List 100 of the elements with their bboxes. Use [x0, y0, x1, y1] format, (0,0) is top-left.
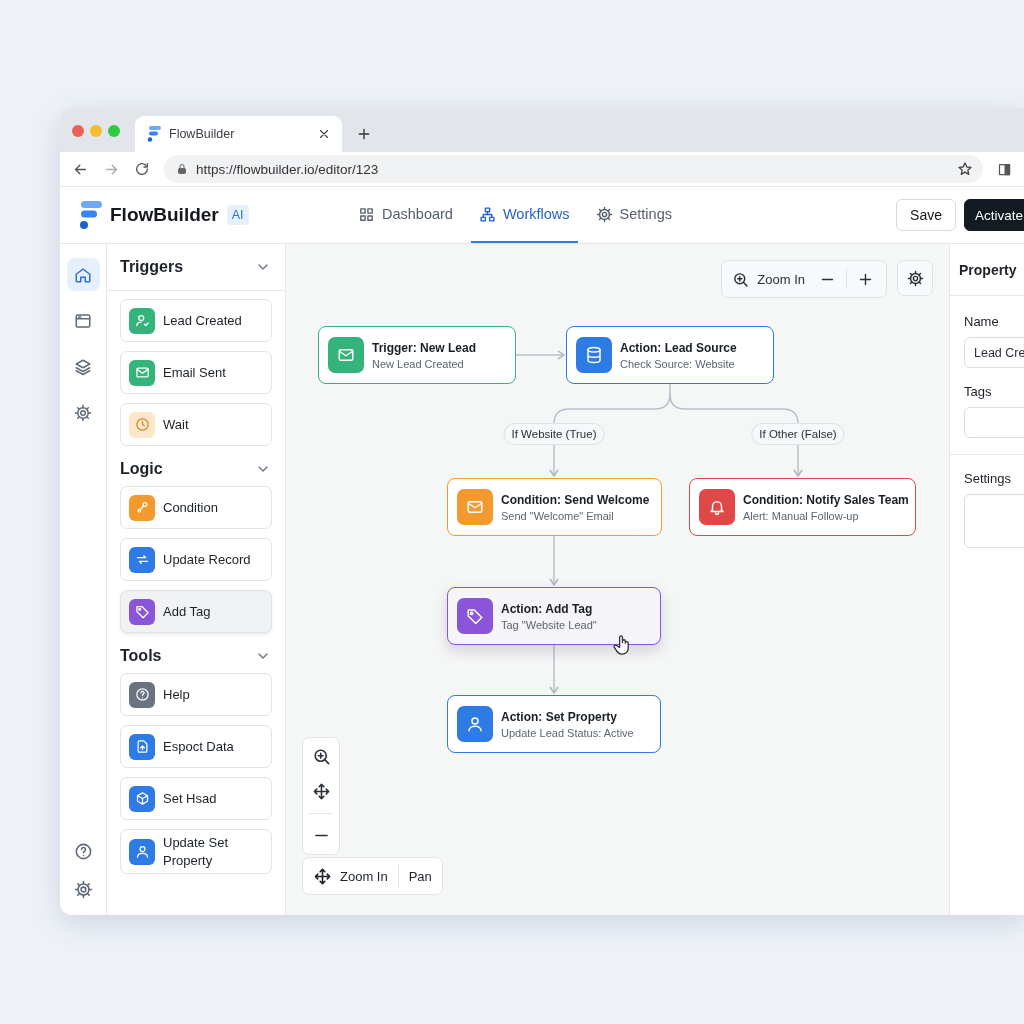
bell-icon: [708, 498, 726, 516]
tab-title: FlowBuilder: [169, 127, 236, 141]
item-label: Update Record: [163, 550, 251, 569]
person-check-icon: [134, 313, 150, 328]
settings-icon: [74, 403, 92, 422]
node-title: Trigger: New Lead: [372, 340, 477, 355]
workflow-node[interactable]: Trigger: New Lead New Lead Created: [318, 326, 516, 384]
reload-icon[interactable]: [134, 161, 150, 177]
node-title: Action: Set Property: [501, 709, 618, 724]
item-label: Wait: [163, 415, 189, 434]
node-subtitle: Check Source: Website: [620, 357, 736, 370]
workflow-node[interactable]: Condition: Notify Sales Team Alert: Manual Follow-up: [689, 478, 916, 536]
settings-icon[interactable]: [73, 880, 93, 899]
help-icon[interactable]: [73, 842, 93, 861]
zoom-control[interactable]: Zoom In: [721, 260, 887, 298]
palette-item[interactable]: Email Sent: [120, 351, 272, 394]
close-icon[interactable]: [317, 127, 331, 141]
node-title: Condition: Notify Sales Team: [743, 492, 909, 507]
item-label: Update Set Property: [163, 834, 230, 870]
item-label: Lead Created: [163, 311, 242, 330]
section-title: Tools: [120, 647, 162, 665]
palette-item[interactable]: Update Record: [120, 538, 272, 581]
app-name: FlowBuilder: [110, 204, 219, 226]
file-upload-icon: [134, 739, 150, 754]
app-logo-icon: [147, 126, 161, 142]
address-bar[interactable]: https://flowbuilder.io/editor/123: [164, 155, 983, 183]
window-icon: [74, 311, 92, 330]
workflow-icon: [478, 205, 496, 223]
activate-button[interactable]: Activate: [963, 199, 1024, 231]
section-title: Logic: [120, 460, 163, 478]
node-subtitle: New Lead Created: [372, 357, 465, 370]
connector-arrow: [549, 643, 559, 694]
settings-icon: [906, 269, 924, 287]
palette-item[interactable]: Condition: [120, 486, 272, 529]
zoom-in-icon: [732, 270, 750, 288]
lock-icon: [176, 163, 188, 175]
palette-item[interactable]: Update Set Property: [120, 829, 272, 875]
nav-tab[interactable]: Settings: [587, 187, 680, 243]
field-label: Name: [964, 314, 1000, 329]
palette-item[interactable]: Set Hsad: [120, 777, 272, 820]
palette-item[interactable]: Espoct Data: [120, 725, 272, 768]
input-field[interactable]: Lead Cre: [964, 337, 1024, 368]
zoom-in-icon[interactable]: [311, 747, 331, 766]
new-tab-icon[interactable]: [356, 126, 372, 142]
connector-arrow: [515, 350, 565, 360]
cube-icon: [134, 791, 150, 806]
node-title: Condition: Send Welcome: [501, 492, 650, 507]
browser-tab[interactable]: FlowBuilder: [135, 116, 342, 152]
save-button[interactable]: Save: [896, 199, 956, 231]
zoom-mode-button[interactable]: Zoom In: [313, 866, 388, 886]
item-label: Condition: [163, 498, 218, 517]
palette-item[interactable]: Help: [120, 673, 272, 716]
help-icon: [134, 687, 150, 702]
mail-icon: [466, 498, 484, 516]
connector-arrow: [549, 535, 559, 586]
connector-arrow: [793, 444, 803, 477]
close-window-button[interactable]: [72, 125, 84, 137]
tag-icon: [134, 604, 150, 619]
rail-button[interactable]: [66, 258, 100, 291]
item-label: Espoct Data: [163, 737, 234, 756]
item-label: Email Sent: [163, 363, 226, 382]
item-label: Set Hsad: [163, 789, 217, 808]
app-logo-icon: [78, 201, 102, 229]
home-icon: [74, 265, 92, 284]
mail-icon: [134, 365, 150, 380]
settings-icon: [595, 205, 613, 223]
move-icon: [313, 866, 332, 886]
field-label: Tags: [964, 384, 993, 399]
mail-icon: [337, 346, 355, 364]
side-panel-icon[interactable]: [997, 161, 1012, 177]
move-icon[interactable]: [311, 782, 331, 801]
workflow-node[interactable]: Action: Add Tag Tag "Website Lead": [447, 587, 661, 645]
item-label: Add Tag: [163, 602, 211, 621]
canvas-settings-button[interactable]: [897, 260, 933, 296]
workflow-node[interactable]: Action: Set Property Update Lead Status: Active: [447, 695, 661, 753]
grid-icon: [358, 205, 375, 223]
branch-label: If Website (True): [503, 423, 605, 445]
nav-tab[interactable]: Dashboard: [350, 187, 461, 243]
branch-label: If Other (False): [751, 423, 845, 445]
node-subtitle: Send "Welcome" Email: [501, 509, 615, 522]
palette-item[interactable]: Add Tag: [120, 590, 272, 633]
pan-mode-button[interactable]: Pan: [408, 868, 432, 884]
person-icon: [466, 715, 484, 733]
node-title: Action: Lead Source: [620, 340, 737, 355]
palette-item[interactable]: Wait: [120, 403, 272, 446]
hand-cursor-icon: [613, 635, 631, 655]
connector-arrow: [549, 444, 559, 477]
layers-icon: [74, 357, 92, 376]
node-title: Action: Add Tag: [501, 601, 594, 616]
node-subtitle: Update Lead Status: Active: [501, 726, 634, 739]
workflow-node[interactable]: Action: Lead Source Check Source: Website: [566, 326, 774, 384]
swap-arrows-icon: [134, 552, 150, 567]
node-subtitle: Alert: Manual Follow-up: [743, 509, 860, 522]
bookmark-star-icon[interactable]: [957, 161, 973, 177]
clock-icon: [134, 417, 150, 432]
person-icon: [134, 844, 150, 860]
workflow-node[interactable]: Condition: Send Welcome Send "Welcome" Email: [447, 478, 662, 536]
palette-item[interactable]: Lead Created: [120, 299, 272, 342]
database-icon: [585, 346, 603, 364]
field-label: Settings: [964, 471, 1012, 486]
